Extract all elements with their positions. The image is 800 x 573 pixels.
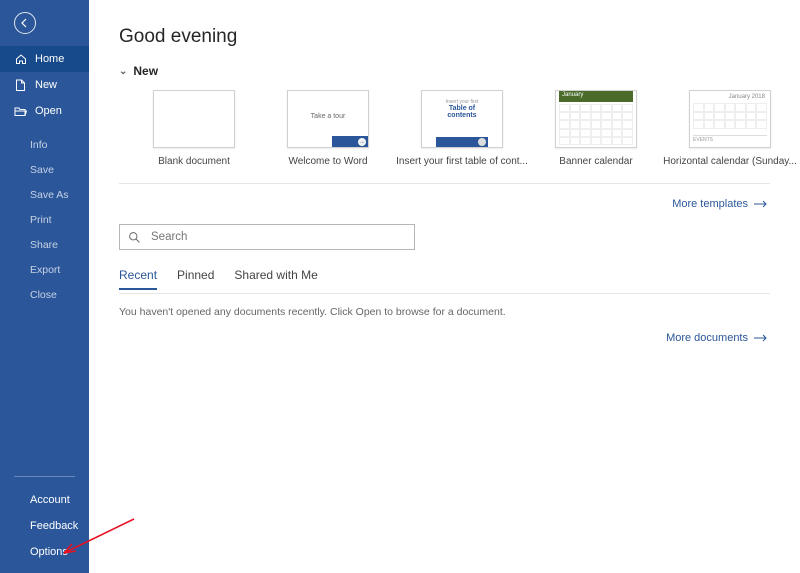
template-label: Welcome to Word <box>288 156 367 167</box>
sidebar-item-info[interactable]: Info <box>0 132 89 157</box>
search-input[interactable] <box>151 231 406 243</box>
sidebar-item-label: Open <box>35 105 62 117</box>
search-box[interactable] <box>119 224 415 250</box>
template-label: Blank document <box>158 156 230 167</box>
template-thumbnail: Insert your first Table of contents <box>421 90 503 148</box>
divider <box>119 293 770 294</box>
template-label: Horizontal calendar (Sunday... <box>663 156 797 167</box>
main-content: Good evening ⌄ New Blank document Take a… <box>89 0 800 573</box>
sidebar-item-share[interactable]: Share <box>0 232 89 257</box>
sidebar-item-save[interactable]: Save <box>0 157 89 182</box>
sidebar-item-options[interactable]: Options <box>0 539 89 565</box>
tab-recent[interactable]: Recent <box>119 268 157 290</box>
sidebar-item-label: New <box>35 79 57 91</box>
arrow-right-icon <box>754 334 768 342</box>
search-icon <box>128 231 141 244</box>
template-horizontal-calendar[interactable]: January 2018 EVENTS Horizontal calendar … <box>689 90 771 167</box>
sidebar-item-label: Home <box>35 53 64 65</box>
divider <box>14 476 75 477</box>
template-toc[interactable]: Insert your first Table of contents Inse… <box>421 90 503 167</box>
sidebar-item-saveas[interactable]: Save As <box>0 182 89 207</box>
more-templates-link[interactable]: More templates <box>119 198 770 210</box>
sidebar-item-open[interactable]: Open <box>0 98 89 124</box>
folder-open-icon <box>14 105 27 118</box>
back-button[interactable] <box>0 4 89 42</box>
sidebar-bottom: Account Feedback Options <box>0 476 89 565</box>
template-blank[interactable]: Blank document <box>153 90 235 167</box>
template-label: Banner calendar <box>559 156 632 167</box>
more-documents-link[interactable]: More documents <box>119 332 770 344</box>
template-label: Insert your first table of cont... <box>396 156 528 167</box>
document-icon <box>14 79 27 92</box>
sidebar-item-new[interactable]: New <box>0 72 89 98</box>
sidebar-item-feedback[interactable]: Feedback <box>0 513 89 539</box>
new-section-toggle[interactable]: ⌄ New <box>119 64 770 78</box>
document-tabs: Recent Pinned Shared with Me <box>119 268 770 290</box>
sidebar-item-close[interactable]: Close <box>0 282 89 307</box>
divider <box>119 183 770 184</box>
sidebar-item-export[interactable]: Export <box>0 257 89 282</box>
arrow-right-icon <box>754 200 768 208</box>
home-icon <box>14 53 27 66</box>
chevron-down-icon: ⌄ <box>119 66 127 77</box>
sidebar-secondary: Info Save Save As Print Share Export Clo… <box>0 132 89 307</box>
sidebar: Home New Open Info Save Save As Print Sh… <box>0 0 89 573</box>
sidebar-item-account[interactable]: Account <box>0 487 89 513</box>
empty-state-message: You haven't opened any documents recentl… <box>119 306 770 318</box>
sidebar-item-home[interactable]: Home <box>0 46 89 72</box>
section-title: New <box>133 64 158 78</box>
template-thumbnail: January 2018 EVENTS <box>689 90 771 148</box>
template-banner-calendar[interactable]: January Banner calendar <box>555 90 637 167</box>
templates-row: Blank document Take a tour → Welcome to … <box>119 90 770 167</box>
template-thumbnail: January <box>555 90 637 148</box>
template-thumbnail: Take a tour → <box>287 90 369 148</box>
template-thumbnail <box>153 90 235 148</box>
tab-pinned[interactable]: Pinned <box>177 268 214 290</box>
sidebar-item-print[interactable]: Print <box>0 207 89 232</box>
tab-shared[interactable]: Shared with Me <box>234 268 317 290</box>
arrow-right-icon: → <box>358 138 366 146</box>
greeting: Good evening <box>119 26 770 48</box>
template-welcome[interactable]: Take a tour → Welcome to Word <box>287 90 369 167</box>
